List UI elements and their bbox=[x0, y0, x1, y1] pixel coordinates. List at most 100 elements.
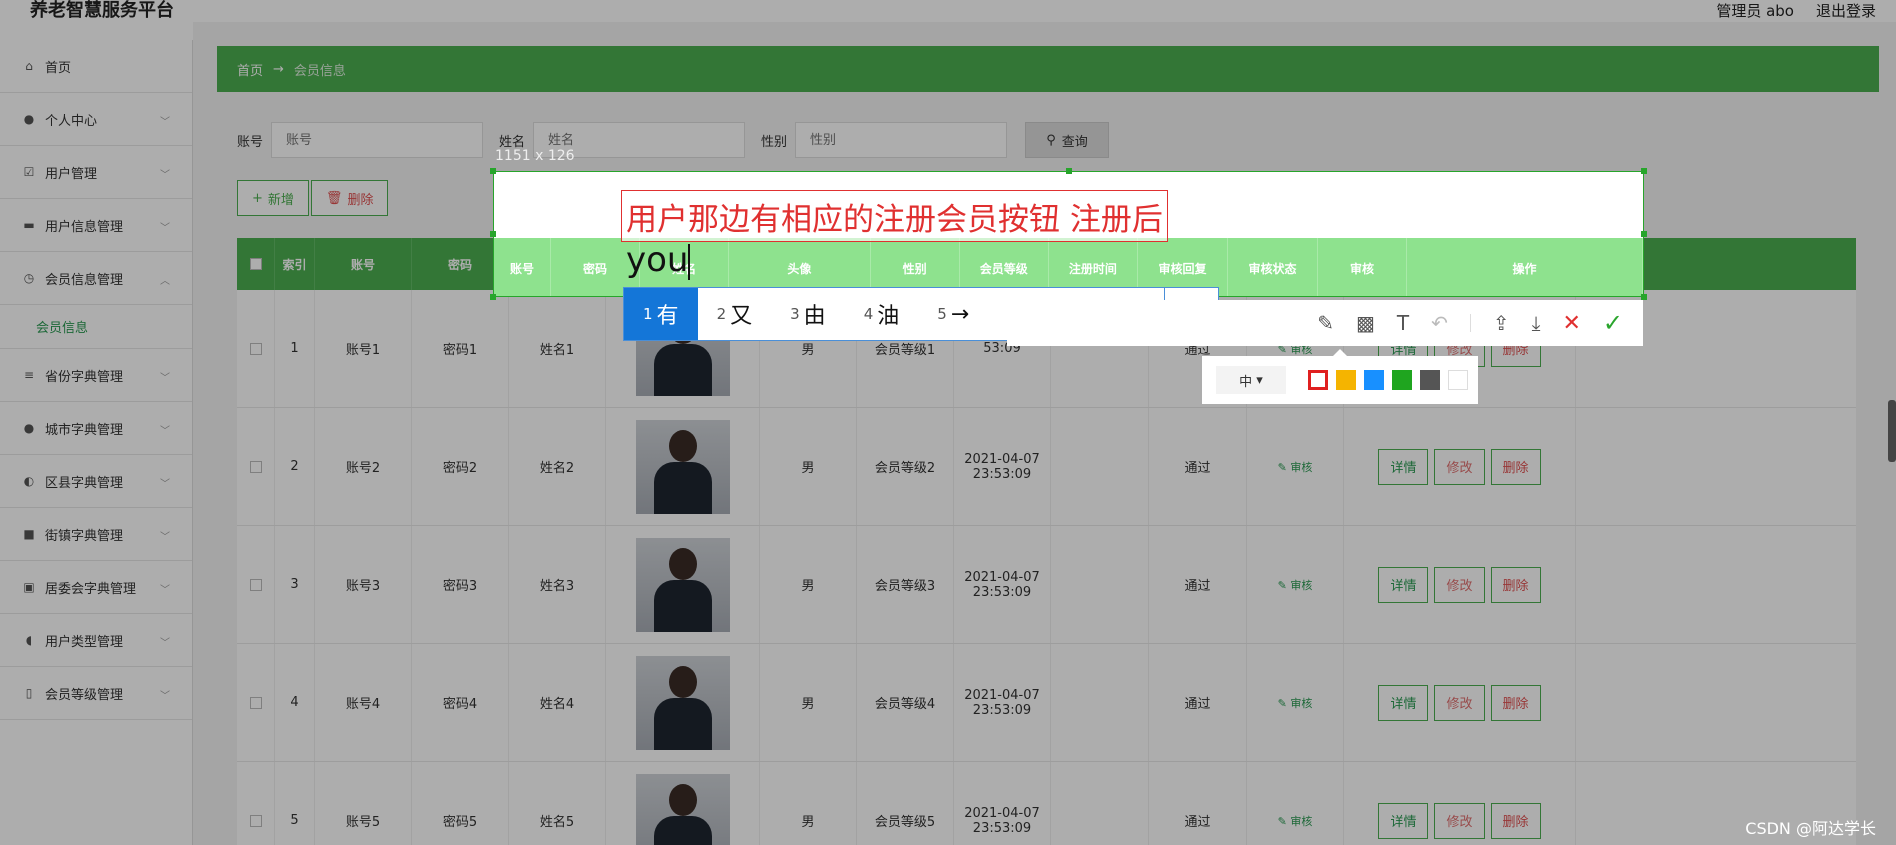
sidebar-item-9[interactable]: ▣ 居委会字典管理 ﹀ bbox=[0, 561, 192, 614]
select-all-checkbox[interactable] bbox=[237, 238, 275, 290]
table-row: 2 账号2 密码2 姓名2 男会员等级2 2021-04-07 23:53:09 通过 ✎ 审… bbox=[237, 408, 1856, 526]
undo-icon[interactable]: ↶ bbox=[1431, 311, 1448, 335]
gender-input[interactable] bbox=[795, 122, 1008, 158]
sidebar-item-0[interactable]: ⌂ 首页 bbox=[0, 40, 192, 93]
sidebar-item-7[interactable]: ◐ 区县字典管理 ﹀ bbox=[0, 455, 192, 508]
captured-column-header: 审核 bbox=[1318, 238, 1408, 296]
audit-link[interactable]: ✎ 审核 bbox=[1247, 762, 1344, 845]
audit-link[interactable]: ✎ 审核 bbox=[1247, 408, 1344, 525]
row-checkbox[interactable] bbox=[237, 290, 275, 407]
pen-icon[interactable]: ✎ bbox=[1317, 311, 1334, 335]
ime-candidate[interactable]: 4油 bbox=[845, 288, 919, 340]
sidebar-item-6[interactable]: ● 城市字典管理 ﹀ bbox=[0, 402, 192, 455]
color-swatch[interactable] bbox=[1336, 370, 1356, 390]
ime-candidate[interactable]: 3由 bbox=[771, 288, 845, 340]
audit-link[interactable]: ✎ 审核 bbox=[1247, 526, 1344, 643]
edit-icon: ✎ bbox=[1277, 696, 1291, 710]
sidebar-item-label: 会员等级管理 bbox=[45, 687, 124, 703]
edit-button[interactable]: 修改 bbox=[1434, 448, 1485, 485]
sidebar-item-2[interactable]: ☑ 用户管理 ﹀ bbox=[0, 146, 192, 199]
detail-button[interactable]: 详情 bbox=[1378, 802, 1429, 839]
font-size-select[interactable]: 中 ▾ bbox=[1216, 366, 1286, 394]
row-checkbox[interactable] bbox=[237, 408, 275, 525]
typed-text-input[interactable]: you bbox=[626, 240, 691, 280]
audit-link[interactable]: ✎ 审核 bbox=[1247, 644, 1344, 761]
monitor-icon: ▬ bbox=[23, 218, 35, 232]
cell-name: 姓名5 bbox=[509, 762, 606, 845]
text-tool-icon[interactable]: T bbox=[1397, 311, 1409, 335]
color-swatch[interactable] bbox=[1308, 370, 1328, 390]
ime-candidate[interactable]: 5 → bbox=[918, 288, 988, 340]
share-icon[interactable]: ⇪ bbox=[1493, 311, 1510, 335]
chevron-icon: ﹀ bbox=[160, 691, 170, 702]
sidebar-item-label: 用户类型管理 bbox=[45, 634, 124, 650]
resize-handle[interactable] bbox=[490, 168, 496, 174]
cell-password: 密码5 bbox=[412, 762, 509, 845]
detail-button[interactable]: 详情 bbox=[1378, 566, 1429, 603]
edit-button[interactable]: 修改 bbox=[1434, 802, 1485, 839]
column-header[interactable]: 账号 bbox=[315, 238, 412, 290]
row-delete-button[interactable]: 删除 bbox=[1490, 566, 1541, 603]
resize-handle[interactable] bbox=[1641, 231, 1647, 237]
resize-handle[interactable] bbox=[1641, 168, 1647, 174]
row-checkbox[interactable] bbox=[237, 762, 275, 845]
sidebar-item-4[interactable]: ◷ 会员信息管理 ︿ bbox=[0, 252, 192, 305]
screenshot-toolbar: ✎ ▩ T ↶ ⇪ ⤓ ✕ ✓ bbox=[1007, 300, 1643, 346]
text-annotation[interactable]: 用户那边有相应的注册会员按钮 注册后 bbox=[621, 190, 1168, 242]
sidebar-item-3[interactable]: ▬ 用户信息管理 ﹀ bbox=[0, 199, 192, 252]
sidebar-item-label: 居委会字典管理 bbox=[45, 581, 137, 597]
delete-button[interactable]: 🗑 删除 bbox=[310, 180, 389, 216]
watermark: CSDN @阿达学长 bbox=[1745, 819, 1876, 838]
sidebar-item-11[interactable]: ▯ 会员等级管理 ﹀ bbox=[0, 667, 192, 720]
search-button[interactable]: ⚲ 查询 bbox=[1025, 122, 1110, 158]
home-icon: ⌂ bbox=[25, 59, 33, 73]
phone-icon: ▯ bbox=[25, 686, 33, 700]
ime-candidate[interactable]: 1有 bbox=[624, 288, 698, 340]
account-input[interactable] bbox=[271, 122, 484, 158]
avatar bbox=[635, 419, 730, 514]
color-swatch[interactable] bbox=[1448, 370, 1468, 390]
color-swatch[interactable] bbox=[1364, 370, 1384, 390]
gender-label: 性别 bbox=[761, 134, 788, 150]
sidebar-item-5[interactable]: ≡ 省份字典管理 ﹀ bbox=[0, 349, 192, 402]
search-icon: ⚲ bbox=[1046, 132, 1056, 148]
row-checkbox[interactable] bbox=[237, 526, 275, 643]
add-button[interactable]: + 新增 bbox=[237, 180, 309, 216]
edit-icon: ✎ bbox=[1277, 460, 1291, 474]
cell-audit-status: 通过 bbox=[1149, 762, 1247, 845]
edit-icon: ✎ bbox=[1277, 814, 1291, 828]
chevron-icon: ﹀ bbox=[160, 479, 170, 490]
sidebar-item-8[interactable]: ■ 街镇字典管理 ﹀ bbox=[0, 508, 192, 561]
row-delete-button[interactable]: 删除 bbox=[1490, 448, 1541, 485]
resize-handle[interactable] bbox=[490, 294, 496, 300]
confirm-icon[interactable]: ✓ bbox=[1603, 309, 1623, 337]
avatar bbox=[635, 773, 730, 845]
row-delete-button[interactable]: 删除 bbox=[1490, 802, 1541, 839]
chevron-icon: ︿ bbox=[160, 276, 170, 287]
edit-button[interactable]: 修改 bbox=[1434, 684, 1485, 721]
column-header[interactable]: 索引 bbox=[275, 238, 315, 290]
mosaic-icon[interactable]: ▩ bbox=[1356, 311, 1375, 335]
ime-candidate[interactable]: 2又 bbox=[698, 288, 772, 340]
row-delete-button[interactable]: 删除 bbox=[1490, 684, 1541, 721]
edit-button[interactable]: 修改 bbox=[1434, 566, 1485, 603]
color-swatch[interactable] bbox=[1392, 370, 1412, 390]
sidebar-item-label: 首页 bbox=[45, 60, 72, 76]
row-checkbox[interactable] bbox=[237, 644, 275, 761]
sidebar-item-10[interactable]: ◖ 用户类型管理 ﹀ bbox=[0, 614, 192, 667]
color-swatch[interactable] bbox=[1420, 370, 1440, 390]
logout-link[interactable]: 退出登录 bbox=[1816, 0, 1876, 21]
breadcrumb-home[interactable]: 首页 bbox=[237, 60, 263, 79]
resize-handle[interactable] bbox=[1066, 168, 1072, 174]
resize-handle[interactable] bbox=[490, 231, 496, 237]
detail-button[interactable]: 详情 bbox=[1378, 448, 1429, 485]
detail-button[interactable]: 详情 bbox=[1378, 684, 1429, 721]
cell-password: 密码3 bbox=[412, 526, 509, 643]
cell-account: 账号3 bbox=[315, 526, 412, 643]
download-icon[interactable]: ⤓ bbox=[1532, 311, 1541, 335]
sidebar-item-1[interactable]: ● 个人中心 ﹀ bbox=[0, 93, 192, 146]
cell-index: 2 bbox=[275, 408, 315, 525]
close-icon[interactable]: ✕ bbox=[1562, 311, 1580, 336]
scrollbar-thumb[interactable] bbox=[1888, 400, 1896, 462]
sidebar-subitem-member-info[interactable]: 会员信息 bbox=[0, 305, 192, 349]
